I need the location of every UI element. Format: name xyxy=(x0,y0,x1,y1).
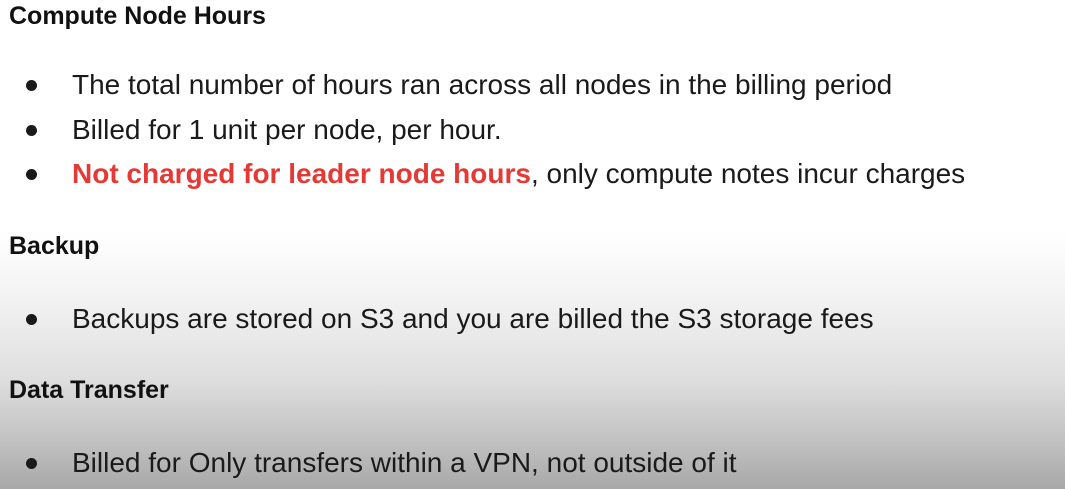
list-item: Billed for 1 unit per node, per hour. xyxy=(0,110,1065,150)
highlighted-text: Not charged for leader node hours xyxy=(72,158,531,189)
list-item-text: Backups are stored on S3 and you are bil… xyxy=(72,303,874,334)
list-item: Backups are stored on S3 and you are bil… xyxy=(0,299,1065,339)
section-heading-compute-node-hours: Compute Node Hours xyxy=(9,2,266,30)
bullet-icon xyxy=(26,458,37,469)
list-item-text: Not charged for leader node hours, only … xyxy=(72,154,965,194)
list-item-text: Billed for 1 unit per node, per hour. xyxy=(72,114,502,145)
bullet-icon xyxy=(26,314,37,325)
list-item: Billed for Only transfers within a VPN, … xyxy=(0,443,1065,483)
list-item: The total number of hours ran across all… xyxy=(0,65,1065,105)
section-heading-backup: Backup xyxy=(9,232,100,260)
list-item: Not charged for leader node hours, only … xyxy=(0,154,1065,194)
list-item-text: Billed for Only transfers within a VPN, … xyxy=(72,447,737,478)
bullet-icon xyxy=(26,169,37,180)
list-item-text: The total number of hours ran across all… xyxy=(72,69,893,100)
bullet-icon xyxy=(26,125,37,136)
list-item-text-rest: , only compute notes incur charges xyxy=(530,158,966,189)
bullet-icon xyxy=(26,80,37,91)
section-heading-data-transfer: Data Transfer xyxy=(9,376,169,404)
